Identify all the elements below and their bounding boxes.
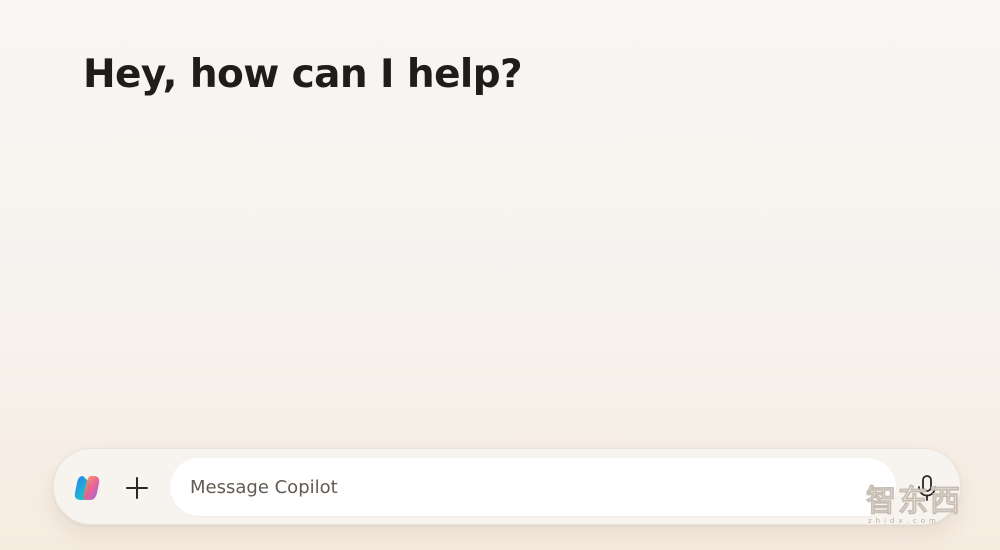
- plus-icon: [126, 477, 148, 499]
- message-composer: [53, 448, 961, 525]
- microphone-icon: [918, 475, 936, 501]
- copilot-button[interactable]: [70, 471, 104, 505]
- add-attachment-button[interactable]: [120, 471, 154, 505]
- greeting-heading: Hey, how can I help?: [83, 52, 523, 97]
- copilot-logo-icon: [74, 476, 100, 500]
- microphone-button[interactable]: [910, 471, 944, 505]
- message-input[interactable]: [190, 458, 870, 516]
- message-input-container: [170, 458, 896, 516]
